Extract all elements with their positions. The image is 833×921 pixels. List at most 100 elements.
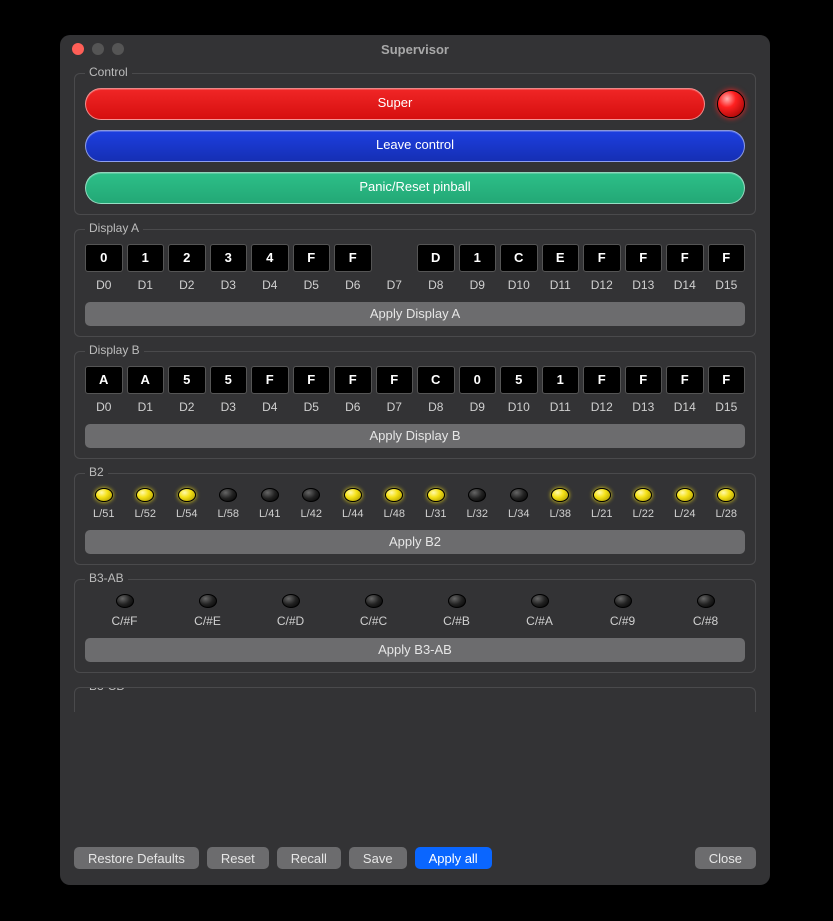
lamp-icon[interactable] bbox=[365, 594, 383, 608]
lamp-icon[interactable] bbox=[261, 488, 279, 502]
hex-label: D4 bbox=[251, 400, 289, 414]
hex-cell[interactable]: A bbox=[85, 366, 123, 394]
hex-cell[interactable]: 2 bbox=[168, 244, 206, 272]
hex-cell[interactable]: F bbox=[708, 366, 746, 394]
hex-cell[interactable]: F bbox=[666, 244, 704, 272]
hex-cell[interactable]: D bbox=[417, 244, 455, 272]
lamp-icon[interactable] bbox=[510, 488, 528, 502]
window-title: Supervisor bbox=[60, 42, 770, 57]
lamp-label: L/32 bbox=[459, 508, 497, 520]
hex-cell[interactable]: 5 bbox=[210, 366, 248, 394]
hex-cell[interactable]: C bbox=[500, 244, 538, 272]
display-b-legend: Display B bbox=[85, 343, 144, 357]
hex-cell[interactable]: F bbox=[251, 366, 289, 394]
hex-cell[interactable] bbox=[376, 244, 414, 272]
hex-cell[interactable]: 1 bbox=[127, 244, 165, 272]
hex-label: D3 bbox=[210, 400, 248, 414]
hex-label: D8 bbox=[417, 400, 455, 414]
hex-label: D5 bbox=[293, 278, 331, 292]
save-button[interactable]: Save bbox=[349, 847, 407, 869]
lamp-icon[interactable] bbox=[697, 594, 715, 608]
hex-label: D9 bbox=[459, 400, 497, 414]
panic-reset-button[interactable]: Panic/Reset pinball bbox=[85, 172, 745, 204]
supervisor-window: Supervisor Control Super Leave control P… bbox=[60, 35, 770, 885]
apply-b2-button[interactable]: Apply B2 bbox=[85, 530, 745, 554]
hex-cell[interactable]: C bbox=[417, 366, 455, 394]
hex-label: D4 bbox=[251, 278, 289, 292]
lamp-icon[interactable] bbox=[95, 488, 113, 502]
hex-label: D7 bbox=[376, 400, 414, 414]
hex-cell[interactable]: 1 bbox=[542, 366, 580, 394]
apply-display-a-button[interactable]: Apply Display A bbox=[85, 302, 745, 326]
lamp-icon[interactable] bbox=[385, 488, 403, 502]
lamp-icon[interactable] bbox=[178, 488, 196, 502]
hex-cell[interactable]: F bbox=[625, 366, 663, 394]
lamp-icon[interactable] bbox=[344, 488, 362, 502]
lamp-icon[interactable] bbox=[199, 594, 217, 608]
zoom-window-button[interactable] bbox=[112, 43, 124, 55]
hex-cell[interactable]: F bbox=[666, 366, 704, 394]
restore-defaults-button[interactable]: Restore Defaults bbox=[74, 847, 199, 869]
b2-legend: B2 bbox=[85, 465, 108, 479]
hex-cell[interactable]: F bbox=[293, 366, 331, 394]
lamp-icon[interactable] bbox=[448, 594, 466, 608]
hex-cell[interactable]: 5 bbox=[500, 366, 538, 394]
hex-cell[interactable]: 1 bbox=[459, 244, 497, 272]
apply-all-button[interactable]: Apply all bbox=[415, 847, 492, 869]
lamp-icon[interactable] bbox=[676, 488, 694, 502]
recall-button[interactable]: Recall bbox=[277, 847, 341, 869]
hex-label: D5 bbox=[293, 400, 331, 414]
close-button[interactable]: Close bbox=[695, 847, 756, 869]
reset-button[interactable]: Reset bbox=[207, 847, 269, 869]
hex-cell[interactable]: F bbox=[583, 366, 621, 394]
titlebar: Supervisor bbox=[60, 35, 770, 63]
close-window-button[interactable] bbox=[72, 43, 84, 55]
hex-label: D12 bbox=[583, 278, 621, 292]
lamp-label: C/#E bbox=[168, 614, 247, 628]
hex-cell[interactable]: 0 bbox=[85, 244, 123, 272]
hex-cell[interactable]: F bbox=[334, 244, 372, 272]
hex-cell[interactable]: F bbox=[334, 366, 372, 394]
hex-cell[interactable]: F bbox=[293, 244, 331, 272]
lamp-icon[interactable] bbox=[468, 488, 486, 502]
lamp-icon[interactable] bbox=[634, 488, 652, 502]
lamp-icon[interactable] bbox=[219, 488, 237, 502]
lamp-label: L/24 bbox=[666, 508, 704, 520]
hex-cell[interactable]: 4 bbox=[251, 244, 289, 272]
hex-cell[interactable]: A bbox=[127, 366, 165, 394]
hex-cell[interactable]: F bbox=[583, 244, 621, 272]
b3ab-group: B3-AB C/#FC/#EC/#DC/#CC/#BC/#AC/#9C/#8 A… bbox=[74, 579, 756, 673]
lamp-label: L/41 bbox=[251, 508, 289, 520]
hex-label: D3 bbox=[210, 278, 248, 292]
lamp-icon[interactable] bbox=[302, 488, 320, 502]
apply-display-b-button[interactable]: Apply Display B bbox=[85, 424, 745, 448]
hex-label: D14 bbox=[666, 278, 704, 292]
hex-label: D0 bbox=[85, 278, 123, 292]
super-button[interactable]: Super bbox=[85, 88, 705, 120]
lamp-icon[interactable] bbox=[282, 594, 300, 608]
hex-cell[interactable]: F bbox=[625, 244, 663, 272]
hex-label: D13 bbox=[625, 278, 663, 292]
lamp-icon[interactable] bbox=[531, 594, 549, 608]
hex-cell[interactable]: 3 bbox=[210, 244, 248, 272]
hex-cell[interactable]: 5 bbox=[168, 366, 206, 394]
lamp-label: L/31 bbox=[417, 508, 455, 520]
leave-control-button[interactable]: Leave control bbox=[85, 130, 745, 162]
minimize-window-button[interactable] bbox=[92, 43, 104, 55]
lamp-icon[interactable] bbox=[136, 488, 154, 502]
hex-label: D11 bbox=[542, 400, 580, 414]
hex-label: D6 bbox=[334, 278, 372, 292]
apply-b3ab-button[interactable]: Apply B3-AB bbox=[85, 638, 745, 662]
lamp-icon[interactable] bbox=[427, 488, 445, 502]
lamp-icon[interactable] bbox=[551, 488, 569, 502]
hex-label: D11 bbox=[542, 278, 580, 292]
lamp-icon[interactable] bbox=[593, 488, 611, 502]
hex-cell[interactable]: 0 bbox=[459, 366, 497, 394]
lamp-icon[interactable] bbox=[614, 594, 632, 608]
lamp-label: L/44 bbox=[334, 508, 372, 520]
lamp-icon[interactable] bbox=[717, 488, 735, 502]
hex-cell[interactable]: E bbox=[542, 244, 580, 272]
hex-cell[interactable]: F bbox=[376, 366, 414, 394]
lamp-icon[interactable] bbox=[116, 594, 134, 608]
hex-cell[interactable]: F bbox=[708, 244, 746, 272]
